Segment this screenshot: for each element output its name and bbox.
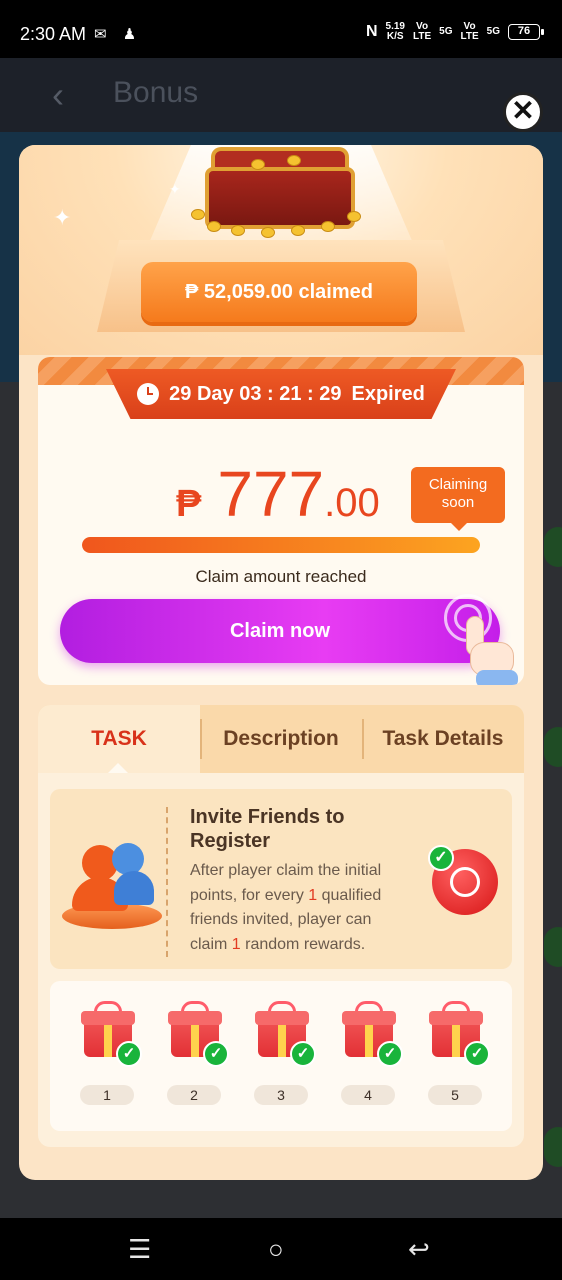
coin-icon [287,155,301,166]
claimed-total: ₱ 52,059.00 claimed [141,262,417,322]
sparkle-icon: ✦ [53,205,72,230]
check-icon: ✓ [377,1041,403,1067]
hero-banner: ✦ ✦ ₱ 52,059.00 claimed [19,145,543,355]
gift-reward-item[interactable]: ✓ 2 [165,1001,229,1105]
coin-icon [347,211,361,222]
check-icon: ✓ [203,1041,229,1067]
currency-symbol: ₱ [176,483,202,525]
coin-icon [291,225,305,236]
system-nav-bar: ☰ ○ ↩ [0,1218,562,1280]
battery-icon: 76 [508,24,544,40]
background-indicator [544,927,562,967]
tasks-card: TASK Description Task Details Invite Fri… [38,705,524,1147]
countdown-timer: 29 Day 03 : 21 : 29 Expired [106,369,456,419]
gift-rewards-list: ✓ 1 ✓ 2 ✓ 3 ✓ 4 ✓ 5 [50,981,512,1131]
claim-progress-bar [82,537,480,553]
rewards-count: 1 [231,935,241,953]
claim-now-button[interactable]: Claim now [60,599,500,663]
close-icon[interactable]: ✕ [503,92,543,132]
progress-status-text: Claim amount reached [195,567,367,586]
coin-icon [321,221,335,232]
background-indicator [544,1127,562,1167]
tab-description[interactable]: Description [200,705,362,773]
gift-number: 2 [167,1085,221,1105]
notification-icons: ✉ ♟ [94,26,143,43]
progress-fill [82,537,480,553]
tab-task-details[interactable]: Task Details [362,705,524,773]
countdown-value: 29 Day 03 : 21 : 29 [169,382,342,405]
task-title: Invite Friends to Register [190,806,345,852]
task-item: Invite Friends to Register After player … [50,789,512,969]
coin-icon [207,221,221,232]
friends-count: 1 [308,886,318,904]
sim2-volte-bottom: LTE [460,31,479,42]
background-indicator [544,727,562,767]
claim-card: 29 Day 03 : 21 : 29 Expired ₱ 777 .00 Cl… [38,357,524,685]
recent-apps-icon[interactable]: ☰ [128,1234,151,1265]
sim1-volte-bottom: LTE [413,31,432,42]
sparkle-icon: ✦ [169,181,181,197]
background-indicator [544,527,562,567]
sim2-5g-signal-icon: 5G [486,26,500,37]
tooltip-line-1: Claiming [428,476,488,493]
bonus-amount: ₱ 777 .00 [176,457,380,531]
task-panel: Invite Friends to Register After player … [38,773,524,1147]
nfc-icon: N [365,23,378,40]
pointing-hand-icon [444,594,522,685]
friends-icon [62,843,166,931]
reward-badge-icon: ✓ [428,845,498,915]
clock-time: 2:30 AM [20,24,87,44]
person-blue [112,843,144,875]
hand-sleeve [476,670,518,685]
status-bar: 2:30 AM ✉ ♟ N 5.19 K/S Vo LTE 5G Vo LTE … [0,0,562,58]
coin-icon [251,159,265,170]
system-indicators: N 5.19 K/S Vo LTE 5G Vo LTE 5G 76 [365,22,544,42]
check-icon: ✓ [290,1041,316,1067]
gift-reward-item[interactable]: ✓ 4 [339,1001,403,1105]
clock-icon [137,383,160,405]
gift-reward-item[interactable]: ✓ 5 [426,1001,490,1105]
gift-number: 5 [428,1085,482,1105]
check-icon: ✓ [464,1041,490,1067]
gift-reward-item[interactable]: ✓ 3 [252,1001,316,1105]
home-icon[interactable]: ○ [268,1234,284,1265]
sim1-indicator: Vo LTE [413,22,431,42]
chest-body [205,167,355,229]
divider [166,807,168,957]
bonus-modal: ✦ ✦ ₱ 52,059.00 claimed 29 Day 03 : 21 :… [19,145,543,1180]
coin-icon [191,209,205,220]
badge-star-icon [450,867,480,897]
gift-number: 3 [254,1085,308,1105]
claiming-soon-tooltip: Claiming soon [411,467,505,531]
treasure-chest-icon [191,147,371,238]
gift-number: 4 [341,1085,395,1105]
task-description: After player claim the initial points, f… [190,859,410,957]
check-icon: ✓ [428,845,454,871]
gift-reward-item[interactable]: ✓ 1 [78,1001,142,1105]
amount-decimal: .00 [324,481,380,525]
person-blue-body [114,871,154,905]
speed-unit: K/S [386,31,404,42]
app-header: ‹ Bonus [0,58,562,132]
back-icon[interactable]: ↩ [408,1234,430,1265]
active-tab-caret [108,763,128,773]
tab-bar: TASK Description Task Details [38,705,524,773]
amount-integer: 777 [217,458,325,530]
page-title: Bonus [113,76,199,109]
back-arrow-icon[interactable]: ‹ [52,74,64,116]
sim2-indicator: Vo LTE [461,22,479,42]
network-speed: 5.19 K/S [386,22,405,42]
coin-icon [261,227,275,238]
expired-label: Expired [351,382,425,405]
gift-number: 1 [80,1085,134,1105]
desc-part-3: random rewards. [240,935,366,953]
coin-icon [231,225,245,236]
tooltip-line-2: soon [441,494,475,511]
check-icon: ✓ [116,1041,142,1067]
sim1-5g-signal-icon: 5G [439,26,453,37]
